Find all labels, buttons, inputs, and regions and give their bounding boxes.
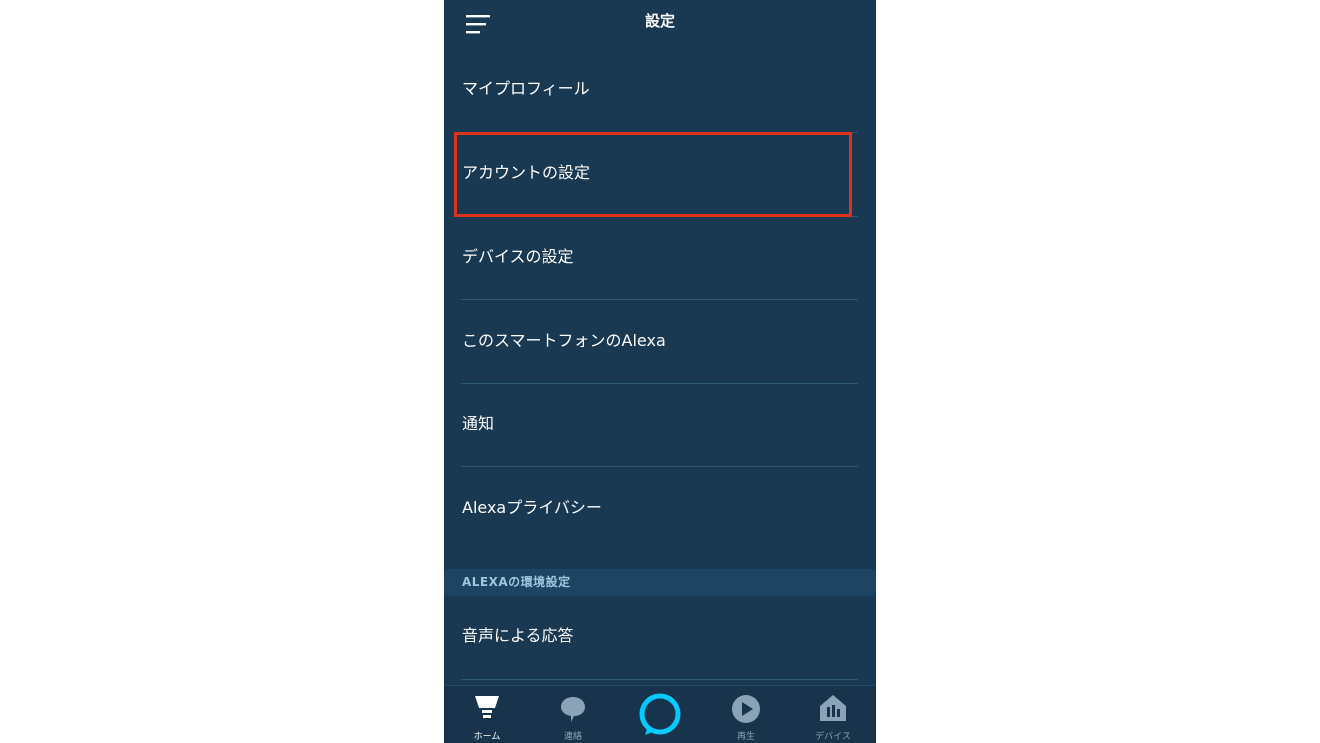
devices-house-icon xyxy=(820,695,846,721)
settings-item-label: マイプロフィール xyxy=(462,79,590,98)
settings-item-label: このスマートフォンのAlexa xyxy=(462,331,666,350)
alexa-app-screen: 設定 マイプロフィール アカウントの設定 デバイスの設定 このスマートフォンのA… xyxy=(444,0,876,743)
settings-item-voice-responses[interactable]: 音声による応答 xyxy=(444,600,876,683)
tab-label: ホーム xyxy=(473,732,501,742)
top-bar: 設定 xyxy=(444,0,876,44)
settings-item-label: 通知 xyxy=(462,414,495,433)
settings-item-this-phone-alexa[interactable]: このスマートフォンのAlexa xyxy=(444,296,876,379)
tab-alexa[interactable] xyxy=(617,686,703,743)
tab-label: 再生 xyxy=(736,732,755,742)
page-title: 設定 xyxy=(644,12,675,30)
settings-item-label: デバイスの設定 xyxy=(462,247,574,266)
bottom-tab-bar: ホーム 連絡 再生 デバイス xyxy=(444,685,876,743)
section-header: ALEXAの環境設定 xyxy=(444,569,876,596)
tab-label: デバイス xyxy=(815,732,851,742)
tab-devices[interactable]: デバイス xyxy=(790,686,876,743)
settings-item-label: 音声による応答 xyxy=(462,626,574,645)
section-title: ALEXAの環境設定 xyxy=(462,575,571,589)
tab-label: 連絡 xyxy=(563,732,582,742)
settings-item-alexa-privacy[interactable]: Alexaプライバシー xyxy=(444,463,876,546)
settings-item-notifications[interactable]: 通知 xyxy=(444,379,876,462)
settings-item-label: アカウントの設定 xyxy=(462,163,591,182)
play-icon xyxy=(732,695,760,723)
tab-play[interactable]: 再生 xyxy=(703,686,789,743)
divider xyxy=(461,679,858,680)
alexa-ring-icon xyxy=(639,693,681,735)
settings-item-device[interactable]: デバイスの設定 xyxy=(444,212,876,295)
home-lamp-icon xyxy=(475,696,499,718)
settings-item-my-profile[interactable]: マイプロフィール xyxy=(444,44,876,127)
chat-bubble-icon xyxy=(561,697,585,722)
tab-communicate[interactable]: 連絡 xyxy=(530,686,616,743)
settings-item-account[interactable]: アカウントの設定 xyxy=(444,128,876,211)
settings-item-label: Alexaプライバシー xyxy=(462,498,602,517)
tab-home[interactable]: ホーム xyxy=(444,686,530,743)
